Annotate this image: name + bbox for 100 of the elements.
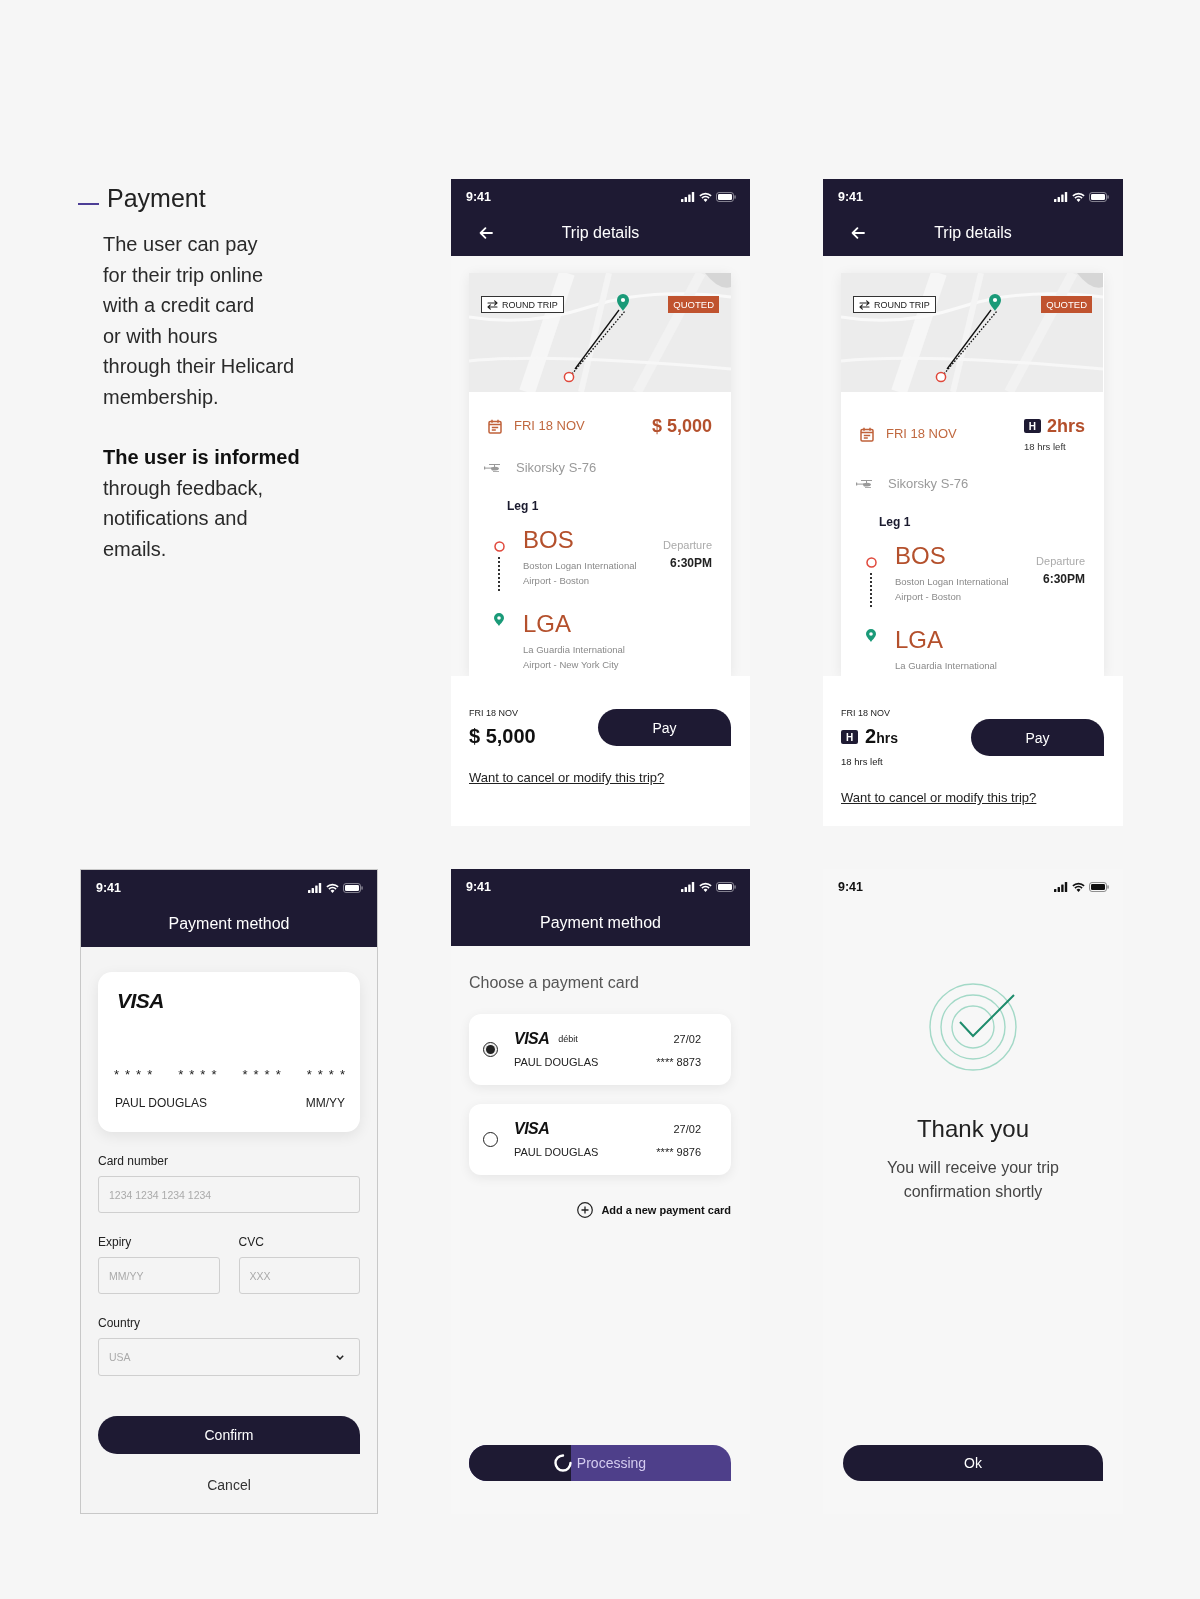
wifi-icon bbox=[699, 192, 712, 202]
route-line bbox=[943, 309, 998, 375]
input-field[interactable]: MM/YY bbox=[98, 1257, 220, 1294]
hours-badge: H bbox=[841, 730, 858, 744]
thank-you-heading: Thank you bbox=[916, 1115, 1030, 1143]
wifi-icon bbox=[326, 883, 339, 893]
trip-date: FRI 18 NOV bbox=[886, 426, 957, 442]
input-field[interactable]: XXX bbox=[238, 1257, 360, 1294]
trip-date: FRI 18 NOV bbox=[514, 418, 585, 434]
visa-logo: VISA bbox=[117, 989, 164, 1013]
radio-button[interactable] bbox=[483, 1042, 498, 1057]
hours-remaining: 18 hrs left bbox=[841, 756, 883, 768]
field-label: Expiry bbox=[98, 1234, 133, 1250]
cardholder-name: PAUL DOUGLAS bbox=[514, 1145, 599, 1159]
hours-amount: 2hrs bbox=[865, 724, 898, 749]
dotted-route-line bbox=[870, 573, 872, 607]
status-time: 9:41 bbox=[466, 880, 492, 894]
hours-remaining: 18 hrs left bbox=[1023, 441, 1066, 453]
time-label: Departure bbox=[663, 538, 712, 552]
chevron-down-icon bbox=[336, 1354, 344, 1360]
field-label: Card number bbox=[98, 1153, 170, 1169]
airport-code: BOS bbox=[523, 526, 575, 554]
masked-digits: **** bbox=[306, 1069, 351, 1081]
cardholder-name: PAUL DOUGLAS bbox=[115, 1096, 208, 1110]
cancel-button[interactable]: Cancel bbox=[207, 1476, 251, 1494]
cancel-modify-link[interactable]: Want to cancel or modify this trip? bbox=[469, 770, 665, 786]
field-label: Country bbox=[98, 1315, 142, 1331]
status-time: 9:41 bbox=[838, 190, 864, 204]
leg-label: Leg 1 bbox=[878, 515, 912, 529]
status-time: 9:41 bbox=[96, 881, 122, 895]
spinner-icon bbox=[553, 1454, 572, 1472]
visa-logo: VISA bbox=[514, 1030, 550, 1048]
card-number: **** 8873 bbox=[656, 1055, 701, 1069]
input-field[interactable]: 1234 1234 1234 1234 bbox=[98, 1176, 360, 1213]
airport-name: La Guardia International Airport - New York City bbox=[523, 643, 626, 672]
card-expiry: 27/02 bbox=[673, 1122, 701, 1136]
signal-icon bbox=[308, 883, 322, 893]
signal-icon bbox=[1054, 192, 1068, 202]
map-pin-icon bbox=[989, 294, 1001, 311]
status-tag: QUOTED bbox=[1041, 296, 1092, 313]
hours-badge: H bbox=[1023, 419, 1041, 433]
title-accent-line bbox=[78, 203, 99, 205]
origin-ring-icon bbox=[865, 557, 877, 568]
cardholder-name: PAUL DOUGLAS bbox=[514, 1055, 599, 1069]
back-arrow-icon[interactable] bbox=[851, 227, 865, 239]
wifi-icon bbox=[1072, 192, 1085, 202]
success-check-icon bbox=[929, 983, 1017, 1071]
screen-title: Trip details bbox=[934, 223, 1012, 243]
cancel-modify-link[interactable]: Want to cancel or modify this trip? bbox=[841, 790, 1037, 806]
airport-name: Boston Logan International Airport - Boston bbox=[895, 575, 1010, 604]
radio-button[interactable] bbox=[483, 1132, 498, 1147]
map-pin-icon bbox=[866, 629, 876, 642]
visa-logo: VISA bbox=[514, 1120, 550, 1138]
masked-digits: **** bbox=[178, 1069, 223, 1081]
helicopter-icon bbox=[856, 480, 873, 488]
section-heading: Choose a payment card bbox=[469, 973, 640, 993]
aircraft-name: Sikorsky S-76 bbox=[888, 476, 969, 492]
back-arrow-icon[interactable] bbox=[479, 227, 493, 239]
plus-circle-icon bbox=[577, 1202, 594, 1218]
calendar-icon bbox=[860, 426, 874, 442]
dotted-route-line bbox=[498, 557, 500, 591]
wifi-icon bbox=[1072, 882, 1085, 892]
origin-ring-icon bbox=[563, 371, 575, 383]
battery-icon bbox=[1089, 882, 1109, 892]
card-expiry: MM/YY bbox=[305, 1096, 345, 1110]
airport-code: BOS bbox=[895, 542, 947, 570]
leg-label: Leg 1 bbox=[506, 499, 540, 513]
status-time: 9:41 bbox=[838, 880, 864, 894]
pay-button[interactable]: Pay bbox=[971, 719, 1104, 756]
confirm-button[interactable]: Confirm bbox=[98, 1416, 360, 1454]
section-title: Payment bbox=[107, 183, 206, 213]
screen-title: Trip details bbox=[561, 223, 640, 243]
masked-digits: **** bbox=[242, 1069, 287, 1081]
trip-type-text: ROUND TRIP bbox=[874, 299, 930, 310]
payment-card-option[interactable]: VISA débit 27/02 PAUL DOUGLAS **** 8873 bbox=[469, 1014, 731, 1085]
battery-icon bbox=[343, 883, 363, 893]
swap-arrows-icon bbox=[859, 299, 870, 310]
ok-button[interactable]: Ok bbox=[843, 1445, 1103, 1481]
signal-icon bbox=[1054, 882, 1068, 892]
airport-code: LGA bbox=[523, 610, 573, 638]
swap-arrows-icon bbox=[487, 299, 498, 310]
trip-date: FRI 18 NOV bbox=[469, 707, 518, 719]
calendar-icon bbox=[488, 418, 502, 434]
airport-code: LGA bbox=[895, 626, 945, 654]
aircraft-name: Sikorsky S-76 bbox=[516, 460, 597, 476]
payment-card-option[interactable]: VISA 27/02 PAUL DOUGLAS **** 9876 bbox=[469, 1104, 731, 1175]
departure-time: 6:30PM bbox=[668, 556, 712, 570]
processing-button[interactable]: Processing bbox=[469, 1445, 731, 1481]
description-text: The user is informed through feedback, notifications and emails. bbox=[103, 445, 301, 562]
departure-time: 6:30PM bbox=[1041, 572, 1085, 586]
signal-icon bbox=[681, 192, 695, 202]
pay-button[interactable]: Pay bbox=[598, 709, 731, 746]
trip-date: FRI 18 NOV bbox=[841, 707, 890, 719]
add-card-link[interactable]: Add a new payment card bbox=[577, 1202, 731, 1218]
helicopter-icon bbox=[484, 464, 501, 472]
trip-type-text: ROUND TRIP bbox=[502, 299, 558, 310]
price-amount: $ 5,000 bbox=[651, 415, 712, 437]
battery-icon bbox=[716, 192, 736, 202]
time-label: Departure bbox=[1036, 554, 1085, 568]
description-text: The user can pay for their trip online with a credit card or with hours through their Helicard membership. bbox=[103, 232, 296, 410]
